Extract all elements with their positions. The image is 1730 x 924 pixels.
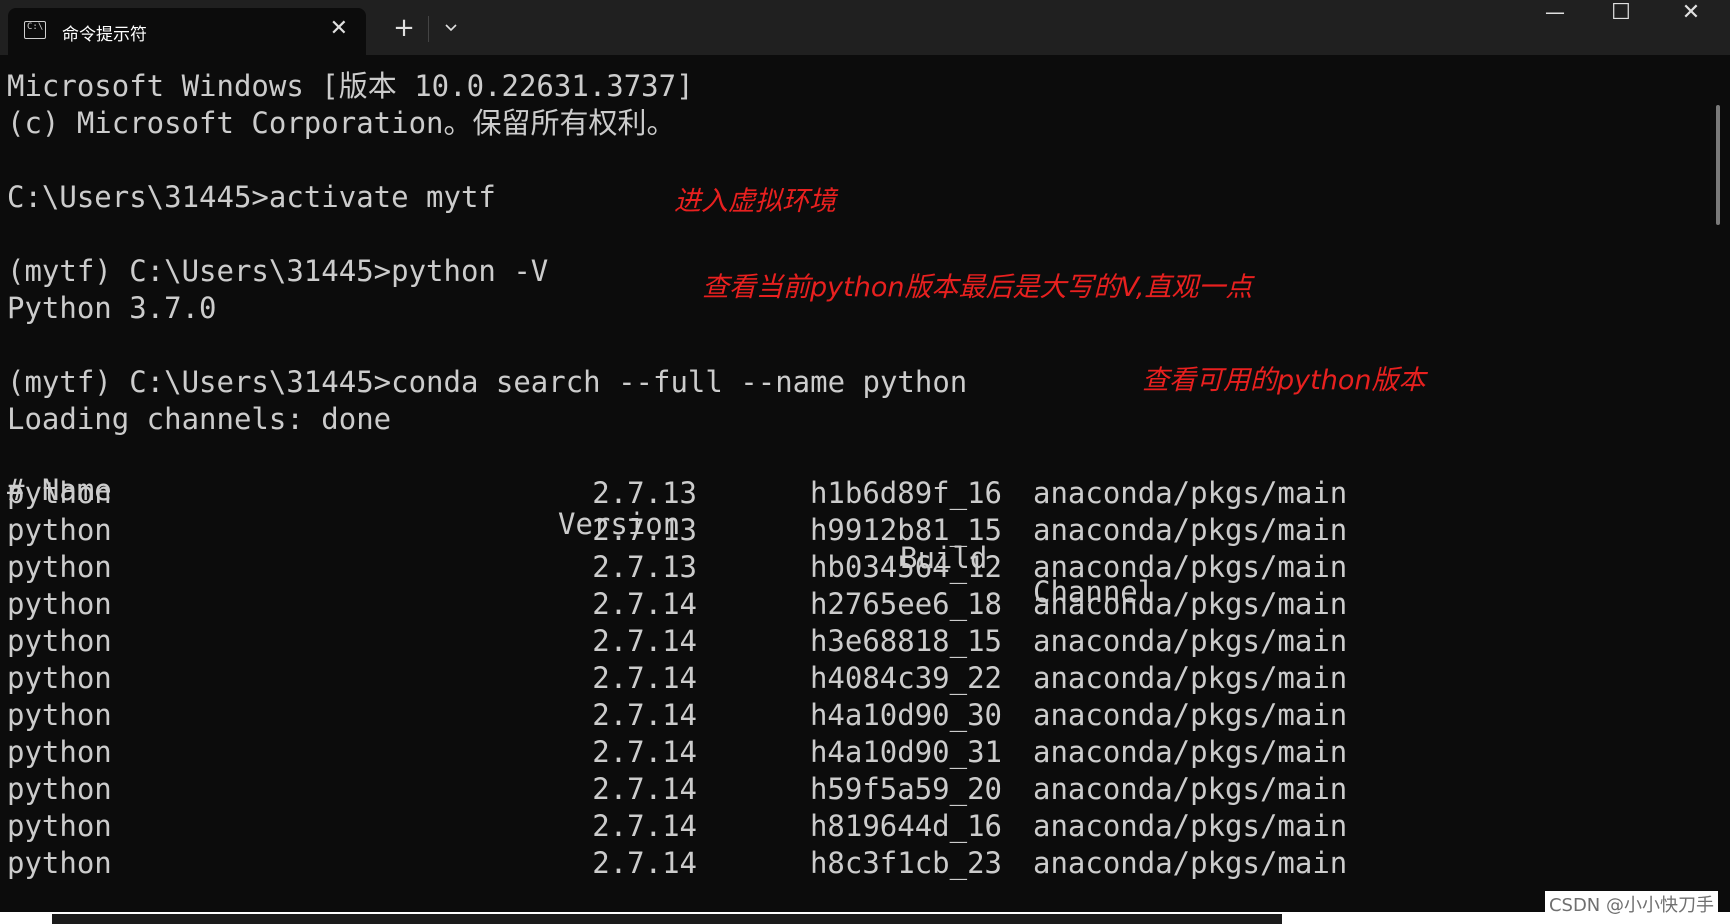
minimize-button[interactable]: — (1520, 0, 1590, 50)
row-channel: anaconda/pkgs/main (1033, 846, 1348, 880)
row-channel: anaconda/pkgs/main (1033, 772, 1348, 806)
row-name: python (7, 550, 112, 584)
annotation-version: 查看当前python版本最后是大写的V,直观一点 (702, 272, 1253, 303)
row-channel: anaconda/pkgs/main (1033, 661, 1348, 695)
row-name: python (7, 624, 112, 658)
scrollbar-thumb[interactable] (1716, 105, 1720, 225)
row-build: h1b6d89f_16 (809, 476, 1002, 510)
row-name: python (7, 809, 112, 843)
tab-separator (428, 16, 429, 42)
table-row: python 2.7.14 h3e68818_15 anaconda/pkgs/mai… (7, 624, 1710, 658)
terminal-line: (c) Microsoft Corporation。保留所有权利。 (7, 106, 676, 140)
row-name: python (7, 661, 112, 695)
row-version: 2.7.13 (592, 550, 697, 584)
tab-cmd[interactable]: C:\ 命令提示符 ✕ (8, 8, 366, 55)
row-version: 2.7.14 (592, 661, 697, 695)
terminal-line: (mytf) C:\Users\31445>python -V (7, 254, 549, 288)
row-version: 2.7.14 (592, 698, 697, 732)
row-version: 2.7.14 (592, 809, 697, 843)
row-version: 2.7.14 (592, 587, 697, 621)
row-channel: anaconda/pkgs/main (1033, 587, 1348, 621)
annotation-search: 查看可用的python版本 (1142, 365, 1426, 396)
table-row: python 2.7.14 h4084c39_22 anaconda/pkgs/mai… (7, 661, 1710, 695)
terminal-output[interactable]: Microsoft Windows [版本 10.0.22631.3737] (… (0, 55, 1710, 924)
row-version: 2.7.14 (592, 735, 697, 769)
table-row: python 2.7.14 h8c3f1cb_23 anaconda/pkgs/mai… (7, 846, 1710, 880)
horizontal-scrollbar-thumb[interactable] (52, 914, 1282, 924)
row-build: h59f5a59_20 (809, 772, 1002, 806)
row-channel: anaconda/pkgs/main (1033, 735, 1348, 769)
cmd-terminal-icon: C:\ (24, 21, 46, 39)
tab-title: 命令提示符 (62, 25, 147, 45)
row-channel: anaconda/pkgs/main (1033, 550, 1348, 584)
row-channel: anaconda/pkgs/main (1033, 624, 1348, 658)
table-row: python 2.7.13 hb034564_12 anaconda/pkgs/mai… (7, 550, 1710, 584)
row-name: python (7, 846, 112, 880)
row-build: h8c3f1cb_23 (809, 846, 1002, 880)
row-channel: anaconda/pkgs/main (1033, 476, 1348, 510)
table-row: python 2.7.14 h819644d_16 anaconda/pkgs/mai… (7, 809, 1710, 843)
row-name: python (7, 772, 112, 806)
terminal-line: (mytf) C:\Users\31445>conda search --ful… (7, 365, 968, 399)
row-name: python (7, 513, 112, 547)
row-name: python (7, 698, 112, 732)
table-row: python 2.7.14 h59f5a59_20 anaconda/pkgs/mai… (7, 772, 1710, 806)
row-build: hb034564_12 (809, 550, 1002, 584)
row-channel: anaconda/pkgs/main (1033, 698, 1348, 732)
row-version: 2.7.13 (592, 476, 697, 510)
new-tab-button[interactable]: + (388, 8, 420, 48)
maximize-button[interactable]: ☐ (1586, 0, 1656, 50)
row-build: h4a10d90_31 (809, 735, 1002, 769)
terminal-line: Microsoft Windows [版本 10.0.22631.3737] (7, 69, 694, 103)
row-build: h4084c39_22 (809, 661, 1002, 695)
row-channel: anaconda/pkgs/main (1033, 809, 1348, 843)
row-build: h2765ee6_18 (809, 587, 1002, 621)
table-row: python 2.7.14 h2765ee6_18 anaconda/pkgs/mai… (7, 587, 1710, 621)
row-build: h3e68818_15 (809, 624, 1002, 658)
row-name: python (7, 476, 112, 510)
table-row: python 2.7.14 h4a10d90_31 anaconda/pkgs/mai… (7, 735, 1710, 769)
terminal-line: Loading channels: done (7, 402, 392, 436)
table-row: python 2.7.13 h9912b81_15 anaconda/pkgs/mai… (7, 513, 1710, 547)
row-version: 2.7.14 (592, 772, 697, 806)
annotation-activate: 进入虚拟环境 (674, 186, 836, 217)
chevron-down-icon[interactable] (436, 8, 466, 48)
row-build: h4a10d90_30 (809, 698, 1002, 732)
table-header: # Name Version Build Channel (7, 439, 1155, 609)
terminal-line: Python 3.7.0 (7, 291, 217, 325)
row-name: python (7, 587, 112, 621)
row-build: h819644d_16 (809, 809, 1002, 843)
watermark: CSDN @小小快刀手 (1544, 891, 1718, 917)
close-window-button[interactable]: ✕ (1656, 0, 1726, 50)
row-name: python (7, 735, 112, 769)
table-row: python 2.7.14 h4a10d90_30 anaconda/pkgs/mai… (7, 698, 1710, 732)
table-row: python 2.7.13 h1b6d89f_16 anaconda/pkgs/mai… (7, 476, 1710, 510)
title-bar: C:\ 命令提示符 ✕ + — ☐ ✕ (0, 0, 1730, 55)
row-version: 2.7.14 (592, 624, 697, 658)
row-version: 2.7.13 (592, 513, 697, 547)
row-version: 2.7.14 (592, 846, 697, 880)
row-channel: anaconda/pkgs/main (1033, 513, 1348, 547)
horizontal-scrollbar[interactable] (0, 912, 1730, 924)
terminal-line: C:\Users\31445>activate mytf (7, 180, 496, 214)
vertical-scrollbar[interactable] (1712, 55, 1722, 924)
row-build: h9912b81_15 (809, 513, 1002, 547)
tab-close-icon[interactable]: ✕ (330, 16, 348, 41)
